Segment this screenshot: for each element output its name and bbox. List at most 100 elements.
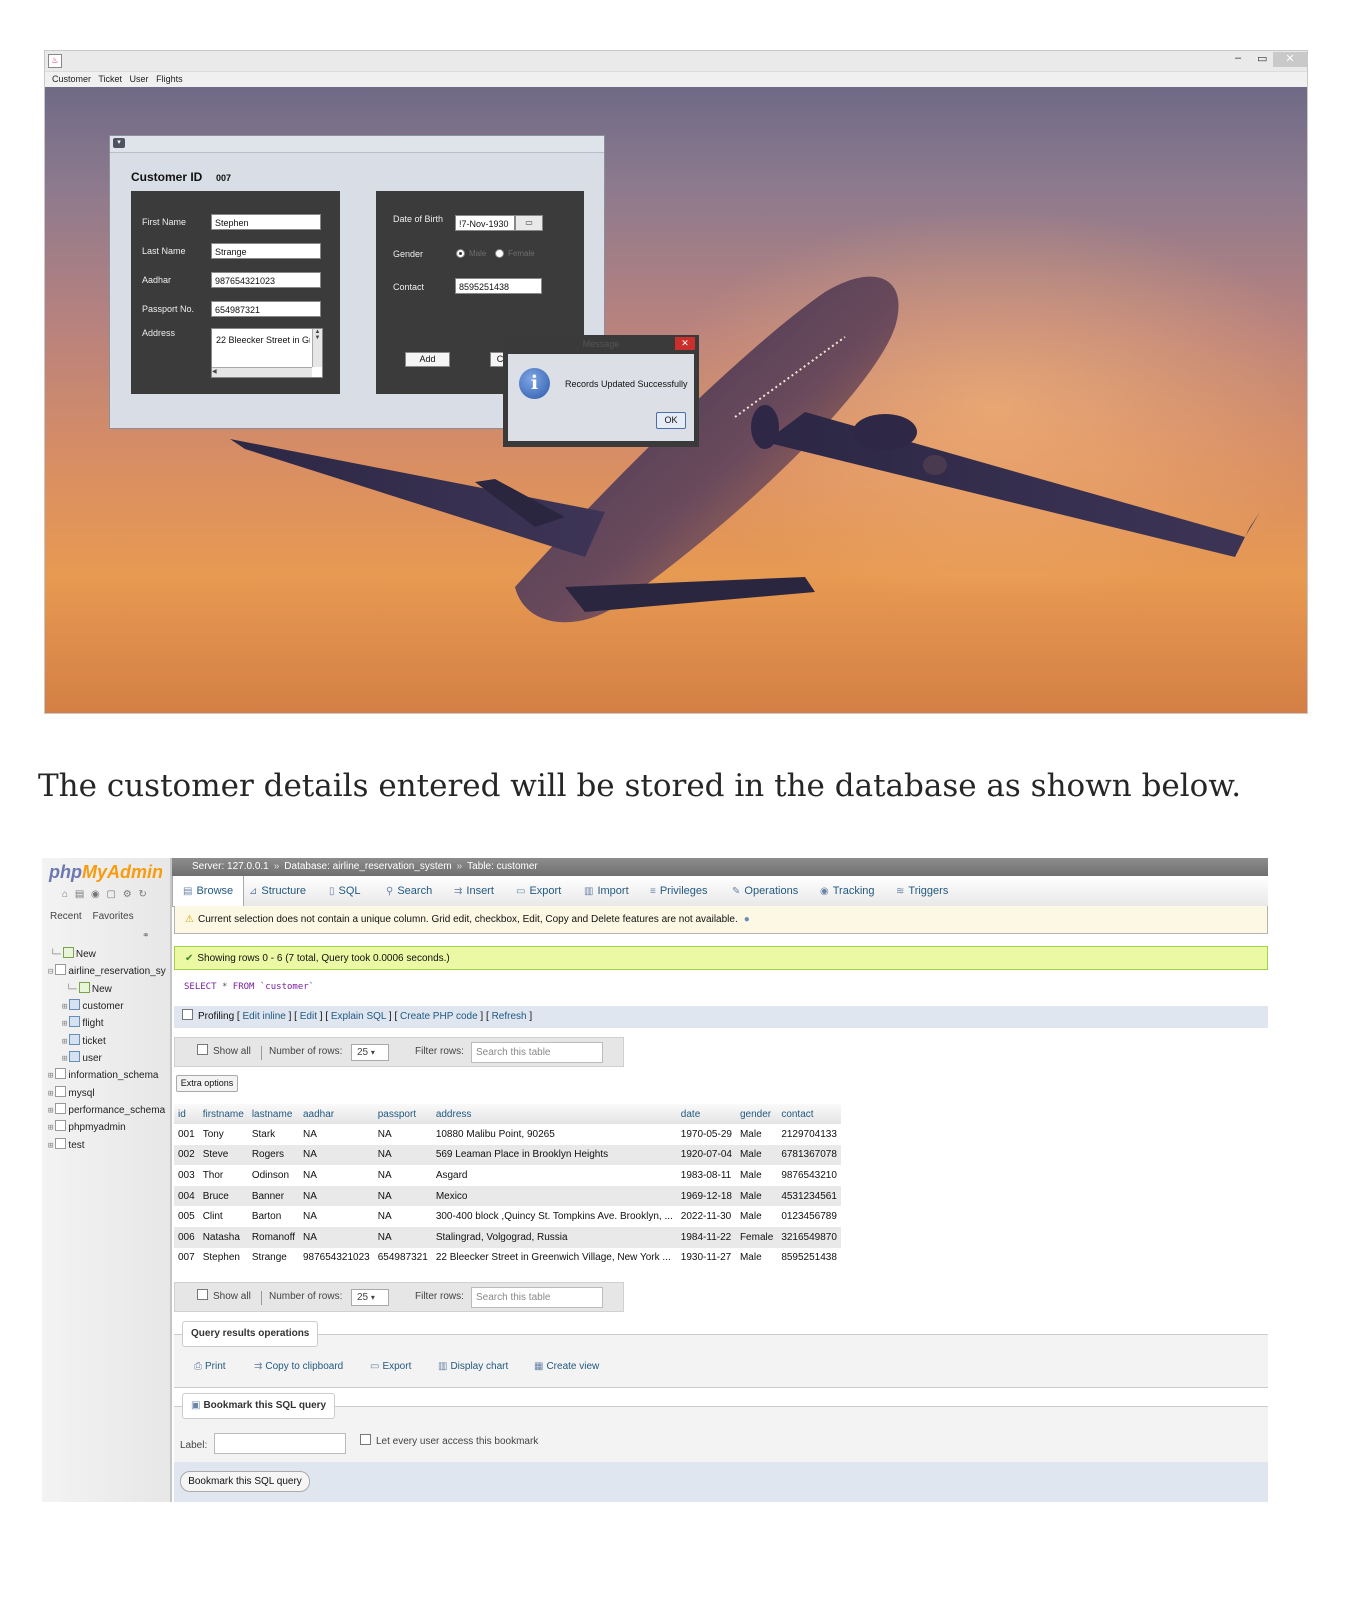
menu-ticket[interactable]: Ticket	[98, 74, 122, 84]
tab-operations[interactable]: ✎ Operations	[732, 876, 798, 906]
rows-select-bottom[interactable]: 25 ▾	[351, 1289, 389, 1306]
tree-item-mysql[interactable]: ⊞ mysql	[48, 1086, 95, 1099]
tree-item-phpmyadmin[interactable]: ⊞ phpmyadmin	[48, 1120, 126, 1133]
create-php-code-link[interactable]: Create PHP code	[400, 1011, 478, 1022]
table-row: 002 Steve Rogers NA NA 569 Leaman Place in Br…	[174, 1144, 841, 1166]
menu-flights[interactable]: Flights	[156, 74, 183, 84]
calendar-icon[interactable]: ▭	[515, 215, 543, 231]
tree-item-airline-db[interactable]: ⊟ airline_reservation_sy	[48, 964, 166, 977]
link-icon[interactable]: ⚭	[142, 930, 150, 941]
passport-field[interactable]: 654987321	[211, 301, 321, 317]
column-header-date[interactable]: date	[676, 1104, 736, 1124]
explain-sql-link[interactable]: Explain SQL	[331, 1011, 386, 1022]
address-label: Address	[142, 328, 176, 338]
print-link[interactable]: ⎙ Print	[194, 1361, 226, 1372]
tab-privileges[interactable]: ≡ Privileges	[650, 876, 708, 906]
show-all-toggle[interactable]: Show all	[197, 1038, 251, 1066]
address-textarea[interactable]: 22 Bleecker Street in Gr ▲ ▼ ◀	[211, 328, 323, 378]
customer-id-value: 007	[216, 173, 232, 183]
add-button[interactable]: Add	[405, 352, 450, 367]
tree-item-new[interactable]: └─ New	[50, 947, 96, 960]
sql-query-display[interactable]: SELECT * FROM `customer`	[184, 982, 314, 992]
address-horizontal-scrollbar[interactable]: ◀	[212, 367, 312, 377]
table-navigation-top: Show all Number of rows: 25 ▾ Filter row…	[174, 1037, 624, 1067]
message-close-button[interactable]: ✕	[675, 337, 695, 350]
tree-item-performance-schema[interactable]: ⊞ performance_schema	[48, 1103, 165, 1116]
breadcrumb-server[interactable]: Server: 127.0.0.1	[192, 861, 269, 872]
menu-customer[interactable]: Customer	[52, 74, 91, 84]
tab-triggers[interactable]: ≋ Triggers	[896, 876, 948, 906]
column-header-firstname[interactable]: firstname	[198, 1104, 248, 1124]
cell-lastname: Romanoff	[247, 1226, 299, 1248]
address-vertical-scrollbar[interactable]: ▲ ▼	[312, 329, 322, 367]
first-name-field[interactable]: Stephen	[211, 214, 321, 230]
sidebar-toolbar-icons[interactable]: ⌂ ▤ ◉ ▢ ⚙ ↻	[62, 889, 149, 900]
tab-import[interactable]: ▥ Import	[584, 876, 629, 906]
notice-text: Current selection does not contain a uni…	[197, 914, 738, 925]
edit-link[interactable]: Edit	[300, 1011, 317, 1022]
tree-item-test[interactable]: ⊞ test	[48, 1138, 85, 1151]
gender-female-radio[interactable]	[495, 249, 504, 258]
display-chart-link[interactable]: ▥ Display chart	[438, 1361, 508, 1372]
column-header-passport[interactable]: passport	[373, 1104, 432, 1124]
sql-star: *	[221, 982, 228, 992]
tree-item-user[interactable]: ⊞ user	[62, 1051, 102, 1064]
tree-item-flight[interactable]: ⊞ flight	[62, 1016, 104, 1029]
filter-rows-input-bottom[interactable]: Search this table	[471, 1287, 603, 1308]
column-header-address[interactable]: address	[431, 1104, 677, 1124]
copy-to-clipboard-link[interactable]: ⇉ Copy to clipboard	[254, 1361, 343, 1372]
sql-from-keyword: FROM	[232, 982, 255, 992]
contact-field[interactable]: 8595251438	[455, 278, 542, 294]
cell-aadhar: NA	[299, 1206, 374, 1227]
filter-rows-input[interactable]: Search this table	[471, 1042, 603, 1063]
breadcrumb-table[interactable]: Table: customer	[467, 861, 538, 872]
column-header-gender[interactable]: gender	[735, 1104, 778, 1124]
frame-menu-icon[interactable]: ▾	[113, 138, 125, 148]
close-button[interactable]: ✕	[1273, 52, 1307, 67]
tab-search[interactable]: ⚲ Search	[386, 876, 432, 906]
table-row: 003 Thor Odinson NA NA Asgard 1983-08-11 Male 98…	[174, 1165, 841, 1186]
show-all-toggle-bottom[interactable]: Show all	[197, 1283, 251, 1311]
tree-item-information-schema[interactable]: ⊞ information_schema	[48, 1068, 158, 1081]
export-link[interactable]: ▭ Export	[370, 1361, 411, 1372]
bookmark-label-input[interactable]	[214, 1433, 346, 1454]
maximize-button[interactable]: ▭	[1257, 52, 1267, 65]
aadhar-field[interactable]: 987654321023	[211, 272, 321, 288]
caption-text: The customer details entered will be sto…	[38, 768, 1242, 804]
tree-item-customer[interactable]: ⊞ customer	[62, 999, 124, 1012]
edit-inline-link[interactable]: Edit inline	[242, 1011, 285, 1022]
cell-lastname: Stark	[247, 1124, 299, 1145]
tab-sql[interactable]: ▯ SQL	[329, 876, 361, 906]
tree-item-db-new[interactable]: └─ New	[66, 982, 112, 995]
help-icon[interactable]: ●	[744, 914, 750, 925]
tab-browse[interactable]: ▤ Browse	[172, 876, 245, 906]
tab-insert[interactable]: ⇉ Insert	[454, 876, 494, 906]
share-bookmark-checkbox[interactable]: Let every user access this bookmark	[360, 1434, 538, 1447]
last-name-field[interactable]: Strange	[211, 243, 321, 259]
tab-structure[interactable]: ⊿ Structure	[249, 876, 306, 906]
gender-male-radio[interactable]	[456, 249, 465, 258]
rows-select[interactable]: 25 ▾	[351, 1044, 389, 1061]
minimize-button[interactable]: –	[1235, 52, 1241, 64]
dob-field[interactable]: !7-Nov-1930	[455, 215, 515, 231]
tree-item-ticket[interactable]: ⊞ ticket	[62, 1034, 106, 1047]
column-header-contact[interactable]: contact	[777, 1104, 841, 1124]
column-header-lastname[interactable]: lastname	[247, 1104, 299, 1124]
breadcrumb-database[interactable]: Database: airline_reservation_system	[284, 861, 451, 872]
create-view-link[interactable]: ▦ Create view	[534, 1361, 599, 1372]
tab-export[interactable]: ▭ Export	[516, 876, 561, 906]
ok-button[interactable]: OK	[656, 412, 686, 429]
extra-options-button[interactable]: Extra options	[176, 1075, 238, 1092]
profiling-checkbox[interactable]	[182, 1009, 193, 1020]
browse-icon: ▤	[183, 886, 193, 897]
pma-logo[interactable]: phpMyAdmin	[49, 862, 163, 883]
recent-tab[interactable]: Recent	[50, 911, 82, 922]
favorites-tab[interactable]: Favorites	[92, 911, 133, 922]
refresh-link[interactable]: Refresh	[492, 1011, 527, 1022]
cell-gender: Male	[735, 1247, 778, 1269]
tab-tracking[interactable]: ◉ Tracking	[820, 876, 875, 906]
column-header-aadhar[interactable]: aadhar	[299, 1104, 374, 1124]
bookmark-submit-button[interactable]: Bookmark this SQL query	[180, 1471, 310, 1492]
menu-user[interactable]: User	[130, 74, 149, 84]
column-header-id[interactable]: id	[174, 1104, 199, 1124]
